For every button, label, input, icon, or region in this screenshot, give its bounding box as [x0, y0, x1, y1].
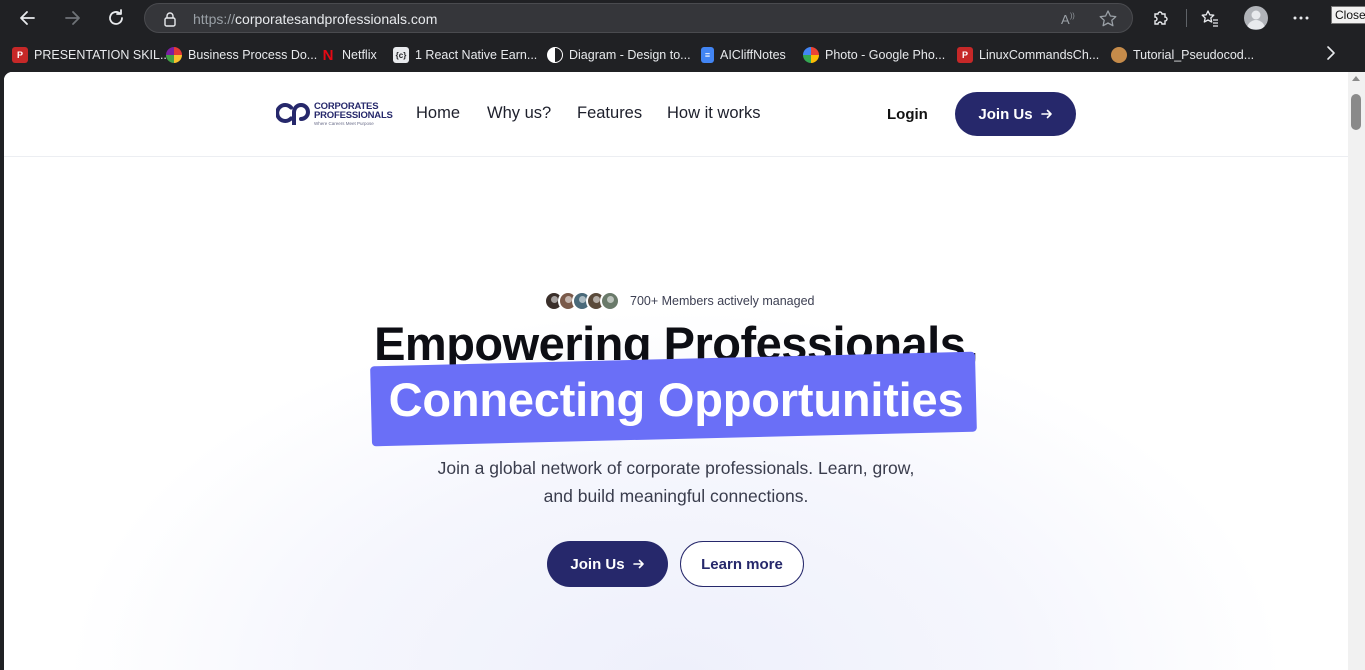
url-text: https://corporatesandprofessionals.com	[193, 11, 438, 27]
lock-icon[interactable]	[161, 10, 179, 28]
scroll-icon	[1111, 47, 1127, 63]
pinwheel-icon	[166, 47, 182, 63]
bookmark-item[interactable]: P LinuxCommandsCh...	[957, 46, 1099, 64]
members-count-text: 700+ Members actively managed	[630, 294, 815, 308]
bookmark-item[interactable]: {c} 1 React Native Earn...	[393, 46, 537, 64]
svg-text:A: A	[1061, 12, 1070, 27]
bookmark-item[interactable]: Business Process Do...	[166, 46, 317, 64]
more-menu-icon[interactable]	[1290, 7, 1312, 29]
read-aloud-icon[interactable]: A))	[1059, 9, 1079, 29]
browser-toolbar: https://corporatesandprofessionals.com A…	[0, 0, 1365, 36]
favorites-list-icon[interactable]	[1199, 7, 1221, 29]
bookmark-item[interactable]: P PRESENTATION SKIL...	[12, 46, 170, 64]
login-link[interactable]: Login	[887, 106, 928, 123]
half-circle-icon	[547, 47, 563, 63]
chevron-right-icon[interactable]	[1322, 44, 1340, 62]
back-arrow-icon[interactable]	[16, 6, 40, 30]
bookmark-item[interactable]: Tutorial_Pseudocod...	[1111, 46, 1254, 64]
bookmark-item[interactable]: Photo - Google Pho...	[803, 46, 945, 64]
site-header: CORPORATES PROFESSIONALS Where Careers M…	[4, 72, 1348, 157]
arrow-right-icon	[632, 559, 644, 569]
nav-home[interactable]: Home	[416, 104, 460, 123]
google-photos-icon	[803, 47, 819, 63]
google-docs-icon: ≡	[701, 47, 714, 63]
close-tooltip: Close	[1331, 6, 1365, 24]
cp-logo-icon	[276, 103, 310, 125]
favorite-star-icon[interactable]	[1098, 9, 1118, 29]
nav-features[interactable]: Features	[577, 104, 642, 123]
extensions-puzzle-icon[interactable]	[1150, 7, 1172, 29]
logo-line2: PROFESSIONALS	[314, 110, 393, 121]
hero-title-line2: Connecting Opportunities	[388, 373, 964, 426]
bookmark-item[interactable]: Diagram - Design to...	[547, 46, 691, 64]
site-logo[interactable]: CORPORATES PROFESSIONALS Where Careers M…	[276, 99, 401, 129]
profile-avatar-icon[interactable]	[1244, 6, 1268, 30]
pdf-icon: P	[957, 47, 973, 63]
scroll-up-arrow-icon[interactable]	[1352, 76, 1360, 81]
bookmark-item[interactable]: ≡ AICliffNotes	[701, 46, 786, 64]
nav-how-it-works[interactable]: How it works	[667, 104, 761, 123]
address-bar[interactable]: https://corporatesandprofessionals.com A…	[144, 3, 1133, 33]
header-join-button[interactable]: Join Us	[955, 92, 1076, 136]
member-avatar	[600, 291, 620, 311]
learn-more-button[interactable]: Learn more	[680, 541, 804, 587]
page-viewport: CORPORATES PROFESSIONALS Where Careers M…	[4, 72, 1348, 670]
bookmarks-bar: P PRESENTATION SKIL... Business Process …	[0, 36, 1365, 72]
nav-why-us[interactable]: Why us?	[487, 104, 551, 123]
hero-subtitle: Join a global network of corporate profe…	[437, 458, 915, 506]
pdf-icon: P	[12, 47, 28, 63]
members-badge: 700+ Members actively managed	[544, 290, 814, 312]
code-bracket-icon: {c}	[393, 47, 409, 63]
forward-arrow-icon[interactable]	[60, 6, 84, 30]
reload-icon[interactable]	[104, 6, 128, 30]
page-scrollbar[interactable]	[1348, 72, 1365, 670]
logo-tagline: Where Careers Meet Purpose	[314, 121, 374, 126]
arrow-right-icon	[1040, 109, 1052, 119]
svg-text:)): ))	[1070, 13, 1075, 20]
scrollbar-thumb[interactable]	[1351, 94, 1361, 130]
netflix-icon: N	[322, 46, 334, 64]
toolbar-separator	[1186, 9, 1187, 27]
bookmark-item[interactable]: N Netflix	[320, 46, 377, 64]
hero-join-button[interactable]: Join Us	[547, 541, 668, 587]
